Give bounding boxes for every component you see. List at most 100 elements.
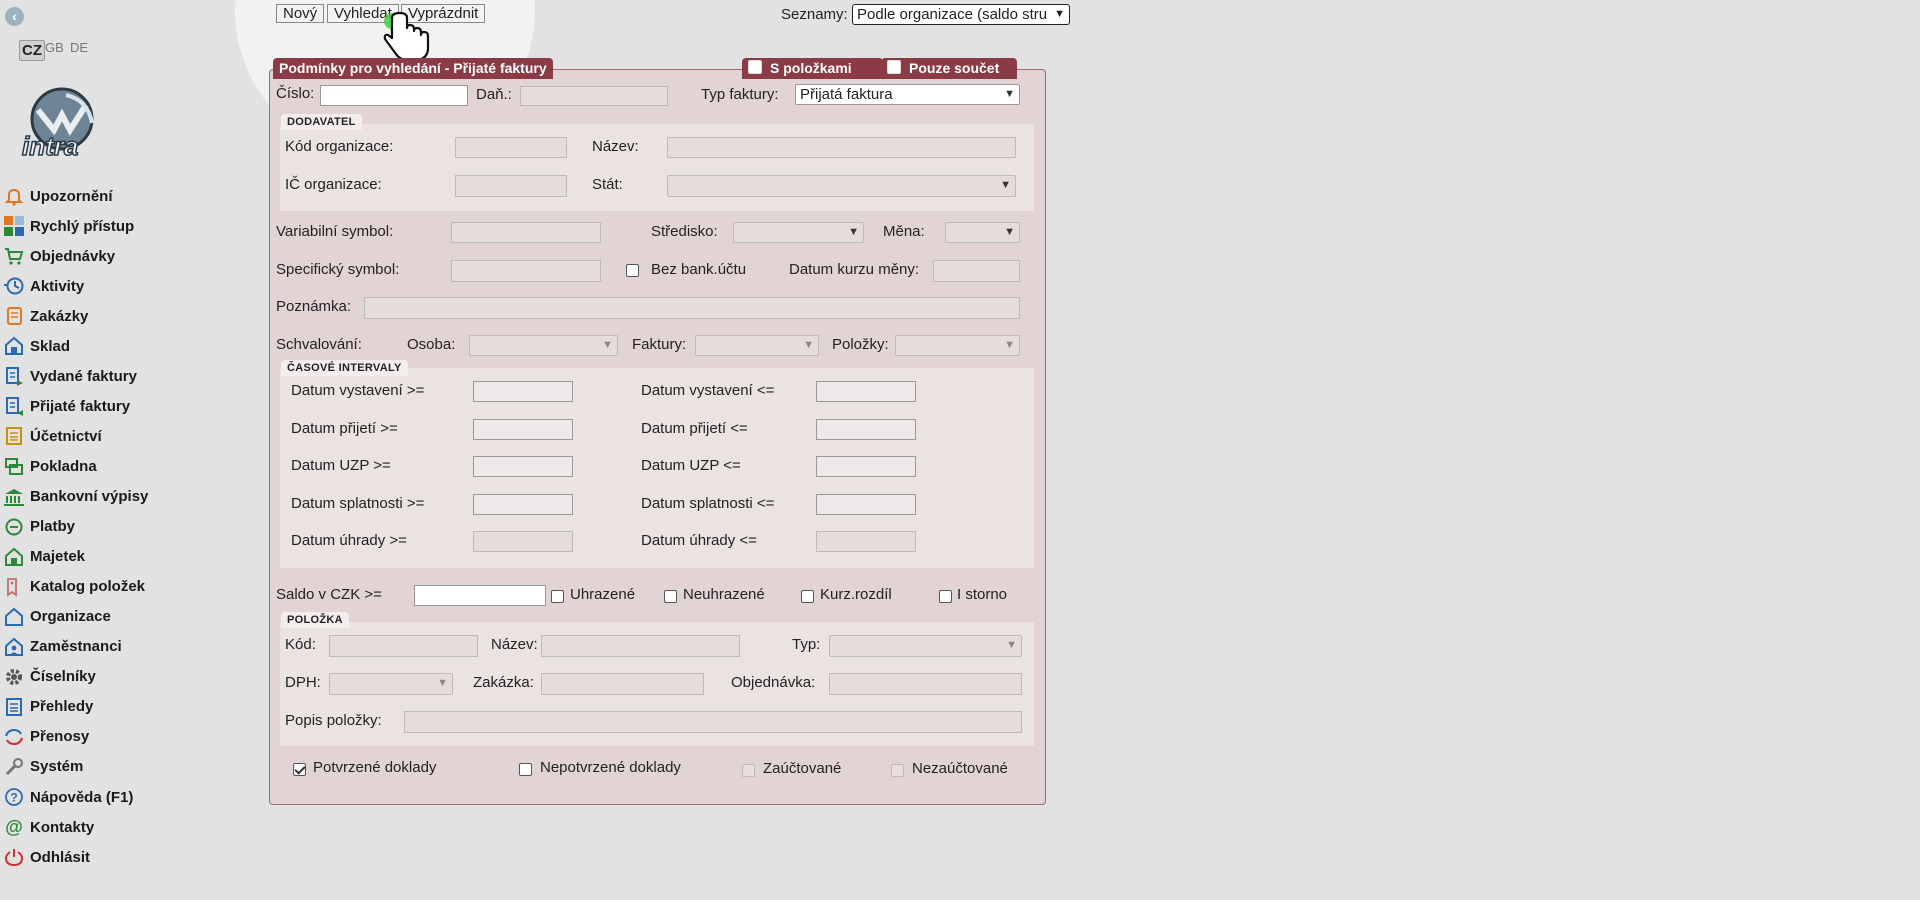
var-symbol-input[interactable] [451,222,601,243]
sidebar-item-label: Katalog položek [30,578,146,596]
panel-title: Podmínky pro vyhledání - Přijaté faktury [273,58,553,79]
unpaid-checkbox[interactable] [664,590,677,603]
interval-from-input[interactable] [473,456,573,478]
job-label: Zakázka: [473,674,534,691]
sidebar-item-16[interactable]: Číselníky [2,664,96,690]
sidebar-item-6[interactable]: Vydané faktury [2,363,137,389]
new-button[interactable]: Nový [276,4,325,23]
sidebar-item-1[interactable]: Rychlý přístup [2,213,134,239]
sum-only-checkbox[interactable] [887,60,901,74]
with-items-toggle[interactable]: S položkami [742,58,883,79]
sidebar-item-10[interactable]: Bankovní výpisy [2,484,148,510]
lang-de[interactable]: DE [70,40,88,55]
sidebar-item-9[interactable]: Pokladna [2,453,97,479]
order-input[interactable] [829,673,1022,695]
svg-text:@: @ [5,817,23,837]
sidebar-item-14[interactable]: Organizace [2,604,111,630]
interval-to-input[interactable] [816,381,916,402]
invoices-approval-label: Faktury: [632,336,687,353]
interval-to-input[interactable] [816,493,916,515]
items-approval-select[interactable]: ▼ [895,335,1020,356]
interval-from-input[interactable] [473,418,573,440]
paid-checkbox[interactable] [551,590,564,603]
sidebar-item-4[interactable]: Zakázky [2,303,88,329]
sidebar-item-label: Rychlý přístup [30,217,135,235]
currency-select[interactable]: ▼ [945,222,1020,243]
unposted-label: Nezaúčtované [912,760,1008,777]
person-select[interactable]: ▼ [469,335,618,356]
interval-from-input[interactable] [473,493,573,515]
note-input[interactable] [364,297,1020,319]
sidebar-item-18[interactable]: Přenosy [2,724,89,750]
tag-icon [2,575,26,599]
sidebar-item-19[interactable]: Systém [2,754,83,780]
interval-from-input[interactable] [473,381,573,402]
unconfirmed-checkbox[interactable] [519,763,532,776]
center-select[interactable]: ▼ [733,222,864,243]
sidebar-item-13[interactable]: Katalog položek [2,574,145,600]
item-name-input[interactable] [541,635,740,657]
balance-input[interactable] [414,585,546,606]
rate-date-label: Datum kurzu měny: [789,261,920,278]
country-select[interactable]: ▼ [667,175,1016,197]
item-type-select[interactable]: ▼ [829,635,1022,657]
sidebar-item-label: Aktivity [30,277,85,295]
sidebar-item-label: Číselníky [30,668,96,686]
sidebar-item-label: Sklad [30,337,71,355]
number-input[interactable] [320,85,468,106]
org-id-input[interactable] [455,175,567,197]
posted-checkbox[interactable] [742,764,755,777]
item-desc-input[interactable] [404,711,1022,733]
sidebar-item-15[interactable]: Zaměstnanci [2,634,122,660]
storno-checkbox[interactable] [939,590,952,603]
sidebar-item-5[interactable]: Sklad [2,333,70,359]
gear-icon [2,665,26,689]
sidebar-item-8[interactable]: Účetnictví [2,423,102,449]
job-input[interactable] [541,673,704,695]
invoice-type-select[interactable]: Přijatá faktura ▼ [795,84,1020,105]
sidebar-item-label: Majetek [30,548,86,566]
intra-logo: intra [18,85,104,162]
rate-diff-checkbox[interactable] [801,590,814,603]
sidebar-item-3[interactable]: Aktivity [2,273,84,299]
rate-date-input[interactable] [933,260,1020,282]
supplier-name-input[interactable] [667,137,1016,158]
vat-select[interactable]: ▼ [329,673,453,695]
warehouse-icon [2,334,26,358]
invoices-approval-select[interactable]: ▼ [695,335,819,356]
confirmed-checkbox[interactable] [293,763,306,776]
order-label: Objednávka: [731,674,816,691]
no-bank-account-checkbox[interactable] [626,264,639,277]
sidebar-item-0[interactable]: Upozornění [2,183,113,209]
interval-from-input[interactable] [473,531,573,553]
with-items-checkbox[interactable] [748,60,762,74]
sidebar-item-7[interactable]: Přijaté faktury [2,393,130,419]
interval-to-input[interactable] [816,531,916,553]
sidebar-item-22[interactable]: Odhlásit [2,844,90,870]
interval-to-input[interactable] [816,456,916,478]
sidebar-item-12[interactable]: Majetek [2,544,85,570]
lang-gb[interactable]: GB [45,40,64,55]
tax-input[interactable] [520,86,668,106]
unposted-checkbox[interactable] [891,764,904,777]
sync-icon [2,725,26,749]
sum-only-toggle[interactable]: Pouze součet [881,58,1017,79]
sidebar-item-2[interactable]: Objednávky [2,243,115,269]
currency-label: Měna: [883,223,925,240]
lists-select[interactable]: Podle organizace (saldo stru ▼ [852,4,1070,25]
org-code-input[interactable] [455,137,567,158]
sidebar-item-11[interactable]: Platby [2,514,75,540]
sidebar-item-20[interactable]: ? Nápověda (F1) [2,784,133,810]
item-code-input[interactable] [329,635,478,657]
item-code-label: Kód: [285,636,316,653]
interval-to-input[interactable] [816,418,916,440]
interval-from-label: Datum splatnosti >= [291,494,425,512]
lang-cz[interactable]: CZ [19,40,45,61]
spec-symbol-input[interactable] [451,260,601,282]
back-button[interactable]: ‹ [5,7,24,26]
invoice-type-value: Přijatá faktura [800,86,893,103]
sidebar-item-17[interactable]: Přehledy [2,694,93,720]
sidebar-item-label: Přijaté faktury [30,397,131,415]
sidebar-item-21[interactable]: @ Kontakty [2,814,94,840]
confirmed-label: Potvrzené doklady [313,759,437,776]
